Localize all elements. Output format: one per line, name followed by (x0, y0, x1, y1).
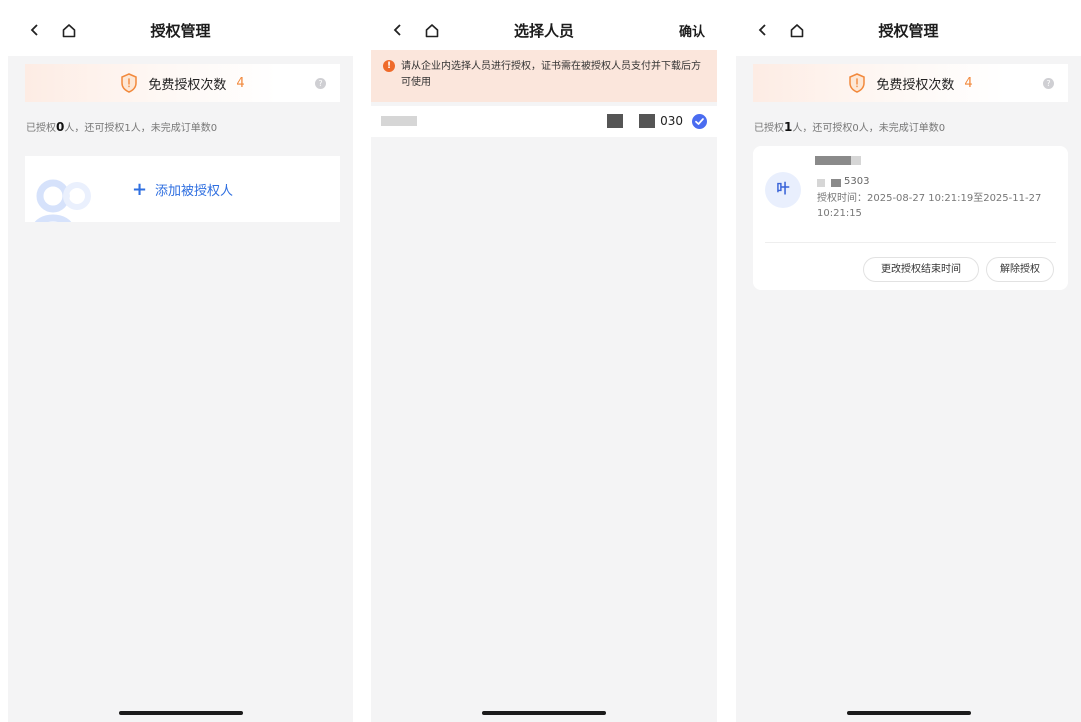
shield-icon (121, 73, 138, 93)
person-phone: 5303 (844, 176, 870, 187)
avatar: 叶 (765, 172, 801, 208)
shield-icon (849, 73, 866, 93)
add-button-label: 添加被授权人 (155, 184, 234, 199)
home-indicator (118, 711, 243, 715)
divider (765, 242, 1056, 243)
nav-bar: 授权管理 (8, 6, 353, 56)
authorization-summary: 已授权1人，还可授权0人，未完成订单数0 (754, 119, 945, 134)
redacted-block (817, 179, 825, 187)
summary-prefix: 已授权 (754, 123, 784, 134)
redacted-block (607, 114, 623, 128)
authorization-summary: 已授权0人，还可授权1人，未完成订单数0 (26, 119, 217, 134)
nav-bar: 授权管理 (736, 6, 1081, 56)
screen-authorization-granted: 授权管理 免费授权次数 4 ? 已授权1人，还可授权0人，未完成订单数0 叶 5… (736, 6, 1081, 722)
screen-authorization-empty: 授权管理 免费授权次数 4 ? 已授权0人，还可授权1人，未完成订单数0 + 添… (8, 6, 353, 722)
summary-prefix: 已授权 (26, 123, 56, 134)
notice-text: 请从企业内选择人员进行授权，证书需在被授权人员支付并下载后方可使用 (401, 61, 701, 88)
quota-count: 4 (236, 75, 245, 91)
redacted-block (639, 114, 655, 128)
quota-label: 免费授权次数 (876, 77, 955, 93)
plus-icon: + (131, 178, 148, 200)
summary-rest: 人，还可授权0人，未完成订单数0 (792, 123, 946, 134)
person-list-item[interactable]: 030 (371, 106, 717, 137)
quota-count: 4 (964, 75, 973, 91)
page-title: 授权管理 (878, 22, 939, 40)
info-icon[interactable]: ? (315, 78, 326, 89)
redacted-name (815, 156, 851, 165)
person-phone: 030 (660, 114, 683, 128)
home-indicator (482, 711, 606, 715)
check-icon[interactable] (692, 114, 707, 129)
revoke-authorization-button[interactable]: 解除授权 (986, 257, 1054, 282)
page-title: 授权管理 (150, 22, 211, 40)
authorization-time: 授权时间：2025-08-27 10:21:19至2025-11-27 10:2… (817, 193, 1042, 219)
free-quota-card: 免费授权次数 4 ? (25, 64, 340, 102)
home-indicator (846, 711, 971, 715)
warning-icon: ! (383, 60, 395, 72)
redacted-block (831, 179, 841, 187)
page-title: 选择人员 (513, 22, 574, 40)
free-quota-card: 免费授权次数 4 ? (753, 64, 1068, 102)
redacted-name (851, 156, 861, 165)
add-authorized-person-card[interactable]: + 添加被授权人 (25, 156, 340, 222)
info-icon[interactable]: ? (1043, 78, 1054, 89)
notice-banner: ! 请从企业内选择人员进行授权，证书需在被授权人员支付并下载后方可使用 (371, 50, 717, 102)
screen-select-person: 选择人员 确认 ! 请从企业内选择人员进行授权，证书需在被授权人员支付并下载后方… (371, 6, 717, 722)
nav-bar: 选择人员 确认 (371, 6, 717, 56)
quota-label: 免费授权次数 (148, 77, 227, 93)
confirm-button[interactable]: 确认 (679, 21, 705, 40)
summary-rest: 人，还可授权1人，未完成订单数0 (64, 123, 218, 134)
add-authorized-person-button[interactable]: + 添加被授权人 (25, 180, 340, 199)
redacted-name (381, 116, 417, 126)
authorized-person-card: 叶 5303 授权时间：2025-08-27 10:21:19至2025-11-… (753, 146, 1068, 290)
change-end-time-button[interactable]: 更改授权结束时间 (863, 257, 979, 282)
